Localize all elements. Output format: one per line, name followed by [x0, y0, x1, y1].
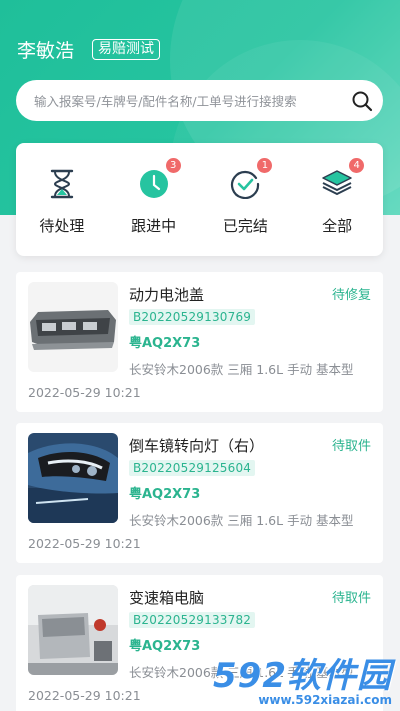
- search-icon[interactable]: [341, 80, 383, 121]
- stat-following[interactable]: 3 跟进中: [108, 143, 200, 256]
- stat-label: 待处理: [39, 217, 85, 235]
- stat-label: 已完结: [222, 217, 268, 235]
- order-code: B20220529125604: [129, 460, 256, 476]
- part-photo: [28, 585, 118, 675]
- order-vehicle-model: 长安铃木2006款 三厢 1.6L 手动 基本型: [129, 665, 354, 680]
- order-status: 待取件: [331, 439, 371, 454]
- stat-all[interactable]: 4 全部: [291, 143, 383, 256]
- stack-icon: 4: [321, 157, 366, 201]
- search-placeholder: 输入报案号/车牌号/配件名称/工单号进行接搜索: [34, 94, 297, 109]
- order-time: 2022-05-29 10:21: [28, 385, 141, 400]
- status-summary-card: 待处理 3 跟进中 1 已完结 4 全部: [16, 143, 383, 256]
- stat-label: 全部: [322, 217, 353, 235]
- user-info: 李敏浩 易赔测试: [17, 36, 161, 63]
- hourglass-icon: [46, 167, 78, 201]
- order-title: 变速箱电脑: [129, 589, 205, 607]
- part-photo: [28, 433, 118, 523]
- order-code: B20220529133782: [129, 612, 256, 628]
- order-vehicle-model: 长安铃木2006款 三厢 1.6L 手动 基本型: [129, 362, 354, 377]
- order-plate: 粤AQ2X73: [129, 336, 201, 351]
- order-card[interactable]: 变速箱电脑 待取件 B20220529133782 粤AQ2X73 长安铃木20…: [16, 575, 383, 711]
- order-plate: 粤AQ2X73: [129, 639, 201, 654]
- order-status: 待修复: [331, 288, 371, 303]
- user-name: 李敏浩: [17, 40, 75, 62]
- stat-badge: 3: [164, 157, 182, 174]
- order-time: 2022-05-29 10:21: [28, 536, 141, 551]
- order-vehicle-model: 长安铃木2006款 三厢 1.6L 手动 基本型: [129, 513, 354, 528]
- order-plate: 粤AQ2X73: [129, 487, 201, 502]
- user-tag: 易赔测试: [92, 39, 161, 60]
- search-input[interactable]: 输入报案号/车牌号/配件名称/工单号进行接搜索: [16, 80, 383, 121]
- stat-completed[interactable]: 1 已完结: [200, 143, 292, 256]
- order-status: 待取件: [331, 591, 371, 606]
- order-code: B20220529130769: [129, 309, 256, 325]
- stat-badge: 4: [348, 157, 366, 174]
- part-photo: [28, 282, 118, 372]
- order-card[interactable]: 动力电池盖 待修复 B20220529130769 粤AQ2X73 长安铃木20…: [16, 272, 383, 412]
- order-title: 动力电池盖: [129, 286, 205, 304]
- stat-badge: 1: [256, 157, 274, 174]
- order-card[interactable]: 倒车镜转向灯（右） 待取件 B20220529125604 粤AQ2X73 长安…: [16, 423, 383, 563]
- stat-label: 跟进中: [131, 217, 177, 235]
- order-title: 倒车镜转向灯（右）: [129, 437, 265, 455]
- stat-pending[interactable]: 待处理: [16, 143, 108, 256]
- clock-icon: 3: [138, 157, 182, 201]
- check-circle-icon: 1: [229, 157, 274, 201]
- order-time: 2022-05-29 10:21: [28, 688, 141, 703]
